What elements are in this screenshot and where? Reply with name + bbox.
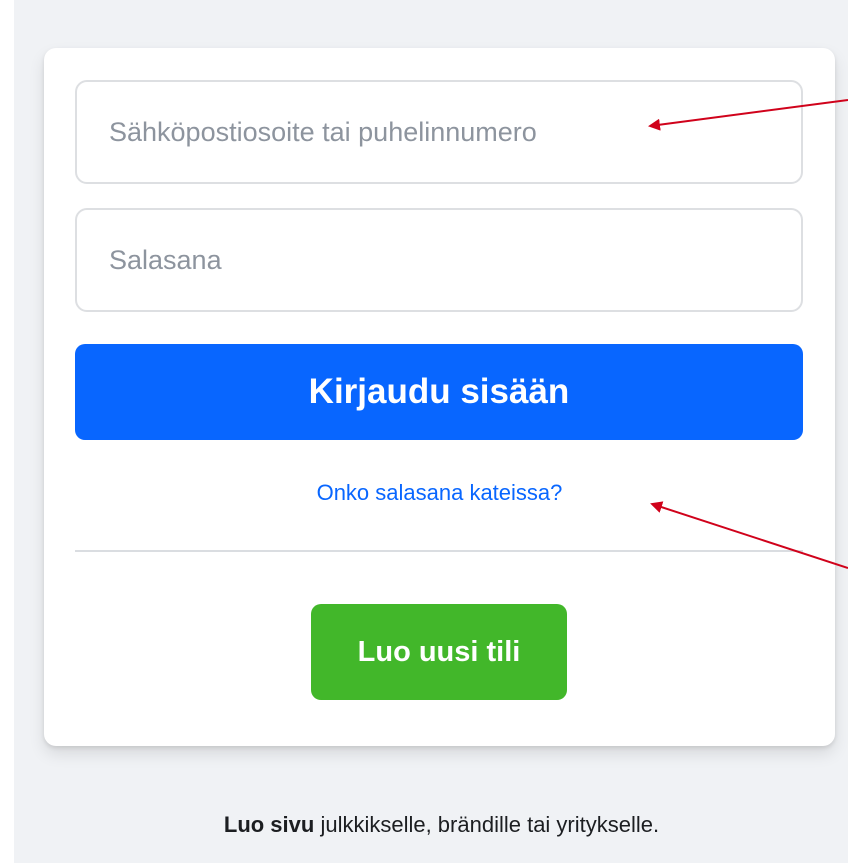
create-page-link[interactable]: Luo sivu — [224, 812, 314, 837]
password-input[interactable] — [75, 208, 803, 312]
create-account-button[interactable]: Luo uusi tili — [311, 604, 567, 700]
login-page: Kirjaudu sisään Onko salasana kateissa? … — [0, 0, 848, 863]
login-button[interactable]: Kirjaudu sisään — [75, 344, 803, 440]
forgot-password-link[interactable]: Onko salasana kateissa? — [44, 480, 835, 506]
create-page-text: julkkikselle, brändille tai yritykselle. — [314, 812, 660, 837]
left-edge-strip — [0, 0, 14, 863]
create-page-footer: Luo sivu julkkikselle, brändille tai yri… — [0, 812, 848, 838]
divider — [75, 550, 803, 552]
login-card: Kirjaudu sisään Onko salasana kateissa? … — [44, 48, 835, 746]
email-or-phone-input[interactable] — [75, 80, 803, 184]
